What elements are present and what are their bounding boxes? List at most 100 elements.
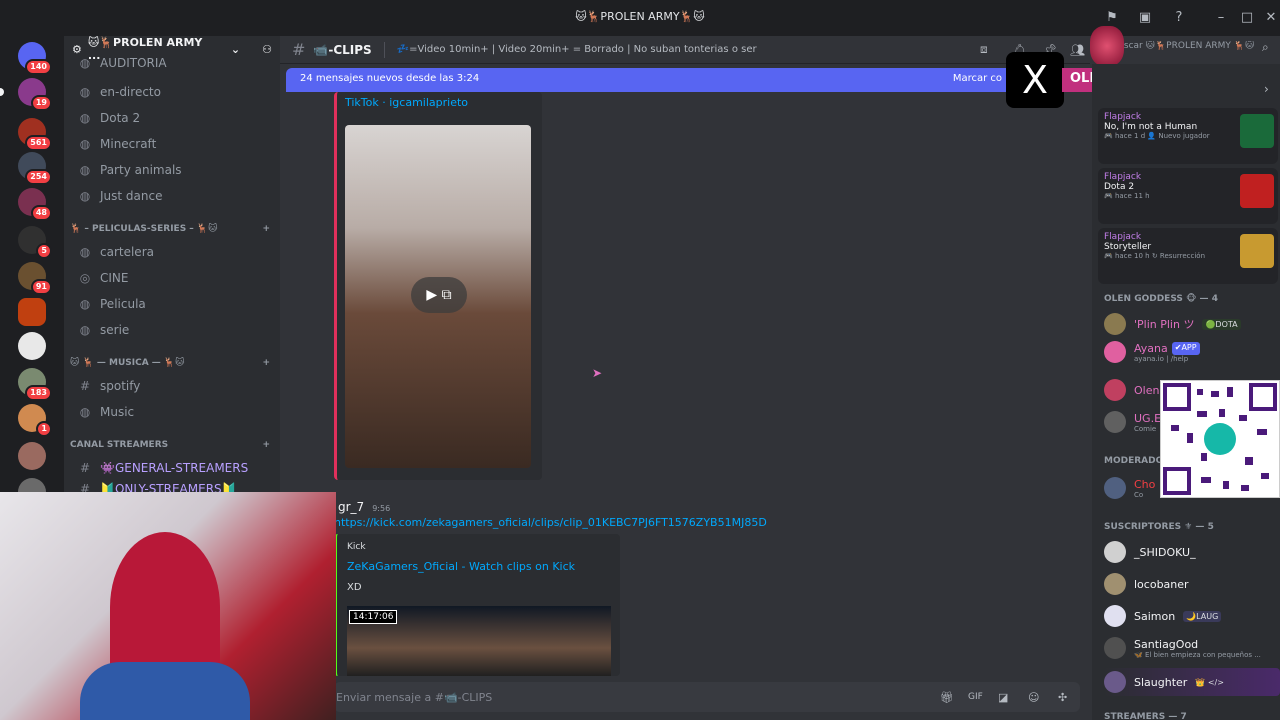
member-item[interactable]: Olen <box>1104 376 1159 404</box>
channel-label: Pelicula <box>100 297 146 311</box>
channel-item[interactable]: ◍ cartelera <box>70 240 270 264</box>
channel-item[interactable]: ◍ serie <box>70 318 270 342</box>
server-icon[interactable]: 183 <box>18 368 52 401</box>
server-icon[interactable]: 561 <box>18 118 52 151</box>
channel-header: # 📹-CLIPS 💤=Video 10min+ | Video 20min+ … <box>280 36 1090 64</box>
embed-provider-link[interactable]: TikTok · igcamilaprieto <box>345 96 468 109</box>
member-item[interactable]: UG.E Comie <box>1104 408 1161 436</box>
message-list: TikTok · igcamilaprieto ▶ ⧉ gr_7 9:56 ht… <box>280 92 1090 676</box>
server-icon[interactable] <box>18 332 46 360</box>
member-list-icon[interactable]: 👥︎ <box>1070 43 1085 57</box>
help-icon[interactable]: ? <box>1170 9 1188 27</box>
add-channel-icon[interactable]: + <box>262 224 270 240</box>
server-icon[interactable]: 91 <box>18 262 52 295</box>
avatar <box>1104 637 1126 659</box>
activity-card[interactable]: Flapjack Dota 2 🎮 hace 11 h <box>1098 168 1278 224</box>
server-badge: 140 <box>25 59 52 75</box>
server-home-icon[interactable]: 140 <box>18 42 52 75</box>
server-badge: 183 <box>25 385 52 401</box>
channel-label: serie <box>100 323 130 337</box>
message-link[interactable]: https://kick.com/zekagamers_oficial/clip… <box>334 516 767 529</box>
channel-item[interactable]: # spotify <box>70 374 270 398</box>
category-header[interactable]: 🐱 🦌 — MUSICA — 🦌🐱 + <box>70 358 270 374</box>
category-header[interactable]: 🦌 – PELICULAS-SERIES – 🦌🐱 + <box>70 224 270 240</box>
flag-icon[interactable]: ⚑ <box>1103 9 1121 27</box>
video-thumbnail[interactable]: ▶ ⧉ <box>345 125 531 468</box>
apps-icon[interactable]: ✣ <box>1058 691 1067 704</box>
game-image <box>1240 114 1274 148</box>
member-item[interactable]: locobaner <box>1104 570 1189 598</box>
embed-thumbnail[interactable]: 14:17:06 <box>347 606 611 676</box>
stage-icon: ◎ <box>79 271 91 285</box>
server-icon[interactable]: 254 <box>18 152 52 185</box>
mark-read-button[interactable]: Marcar co <box>953 73 1002 87</box>
server-icon[interactable]: 48 <box>18 188 52 221</box>
activity-card[interactable]: Flapjack Storyteller 🎮 hace 10 h ↻ Resur… <box>1098 228 1278 284</box>
activity-card[interactable]: Flapjack No, I'm not a Human 🎮 hace 1 d … <box>1098 108 1278 164</box>
channel-item[interactable]: ◍ Just dance <box>70 184 270 208</box>
server-icon[interactable]: 5 <box>18 226 52 259</box>
chevron-right-icon[interactable]: › <box>1264 82 1269 96</box>
server-badge: 91 <box>30 279 52 295</box>
dota-server-icon[interactable] <box>18 298 46 326</box>
member-name: UG.E <box>1134 411 1162 425</box>
server-badge: 48 <box>30 205 52 221</box>
invite-icon[interactable]: ⚇ <box>262 43 272 56</box>
server-settings-icon: ⚙ <box>72 42 82 56</box>
member-item[interactable]: Slaughter 👑 </> <box>1104 668 1280 696</box>
voice-icon: ◍ <box>79 245 91 259</box>
channel-item[interactable]: # 👾GENERAL-STREAMERS <box>70 456 270 480</box>
member-item[interactable]: Cho Co <box>1104 474 1155 502</box>
category-header[interactable]: CANAL STREAMERS + <box>70 440 270 456</box>
member-status: Co <box>1134 490 1144 499</box>
channel-item[interactable]: ◎ CINE <box>70 266 270 290</box>
search-input[interactable]: Buscar 🐱🦌PROLEN ARMY 🦌🐱 <box>1112 41 1262 57</box>
qr-code-image <box>1160 380 1280 498</box>
channel-item[interactable]: ◍ en-directo <box>70 80 270 104</box>
crown-icon <box>1240 234 1274 268</box>
server-icon[interactable]: 1 <box>18 404 52 437</box>
channel-item[interactable]: ◍ Dota 2 <box>70 106 270 130</box>
new-messages-banner[interactable]: 24 mensajes nuevos desde las 3:24 Marcar… <box>286 68 1016 92</box>
inbox-icon[interactable]: ▣ <box>1136 9 1154 27</box>
server-icon[interactable]: 19 <box>18 78 52 111</box>
divider <box>383 41 385 58</box>
member-item[interactable]: SantiagOod 🦋 El bien empieza con pequeños… <box>1104 634 1261 662</box>
minimize-icon[interactable]: – <box>1212 9 1230 27</box>
avatar <box>1104 605 1126 627</box>
play-button-icon[interactable]: ▶ ⧉ <box>411 277 467 313</box>
server-icon[interactable] <box>18 442 46 470</box>
channel-item[interactable]: ◍ Minecraft <box>70 132 270 156</box>
embed-title-link[interactable]: ZeKaGamers_Oficial - Watch clips on Kick <box>347 560 575 573</box>
sticker-icon[interactable]: ◪ <box>998 691 1008 704</box>
voice-icon: ◍ <box>79 85 91 99</box>
member-name: Cho <box>1134 477 1156 491</box>
channel-item[interactable]: ◍ Pelicula <box>70 292 270 316</box>
emoji-icon[interactable]: ☺ <box>1028 691 1039 704</box>
maximize-icon[interactable]: □ <box>1238 9 1256 27</box>
member-item[interactable]: Saimon 🌙LAUG <box>1104 602 1222 630</box>
voice-icon: ◍ <box>79 297 91 311</box>
add-channel-icon[interactable]: + <box>262 440 270 456</box>
channel-item[interactable]: ◍ AUDITORIA <box>70 56 270 70</box>
search-icon[interactable]: ⌕ <box>1262 40 1269 55</box>
message-composer[interactable]: Enviar mensaje a #📹-CLIPS 🎁︎ GIF ◪ ☺ ✣ <box>334 682 1080 712</box>
member-item[interactable]: 'Plin Plin ツ 🟢DOTA <box>1104 310 1241 338</box>
message-input[interactable]: Enviar mensaje a #📹-CLIPS <box>336 691 492 704</box>
channel-item[interactable]: ◍ Music <box>70 400 270 424</box>
add-channel-icon[interactable]: + <box>262 358 270 374</box>
message-author[interactable]: gr_7 <box>338 500 364 514</box>
member-tag: 🌙LAUG <box>1183 610 1222 622</box>
channel-item[interactable]: ◍ Party animals <box>70 158 270 182</box>
member-status: Comie <box>1134 424 1157 433</box>
server-badge: 5 <box>36 243 52 259</box>
gift-icon[interactable]: 🎁︎ <box>940 691 954 704</box>
webcam-shirt <box>80 662 250 720</box>
window-title: 🐱🦌PROLEN ARMY🦌🐱 <box>575 10 705 23</box>
close-icon[interactable]: ✕ <box>1262 9 1280 27</box>
server-badge: 19 <box>30 95 52 111</box>
threads-icon[interactable]: ⧈ <box>980 42 988 57</box>
member-item[interactable]: _SHIDOKU_ <box>1104 538 1196 566</box>
member-item[interactable]: Ayana ✔APP ayana.io | /help <box>1104 338 1200 366</box>
gif-icon[interactable]: GIF <box>968 692 983 702</box>
